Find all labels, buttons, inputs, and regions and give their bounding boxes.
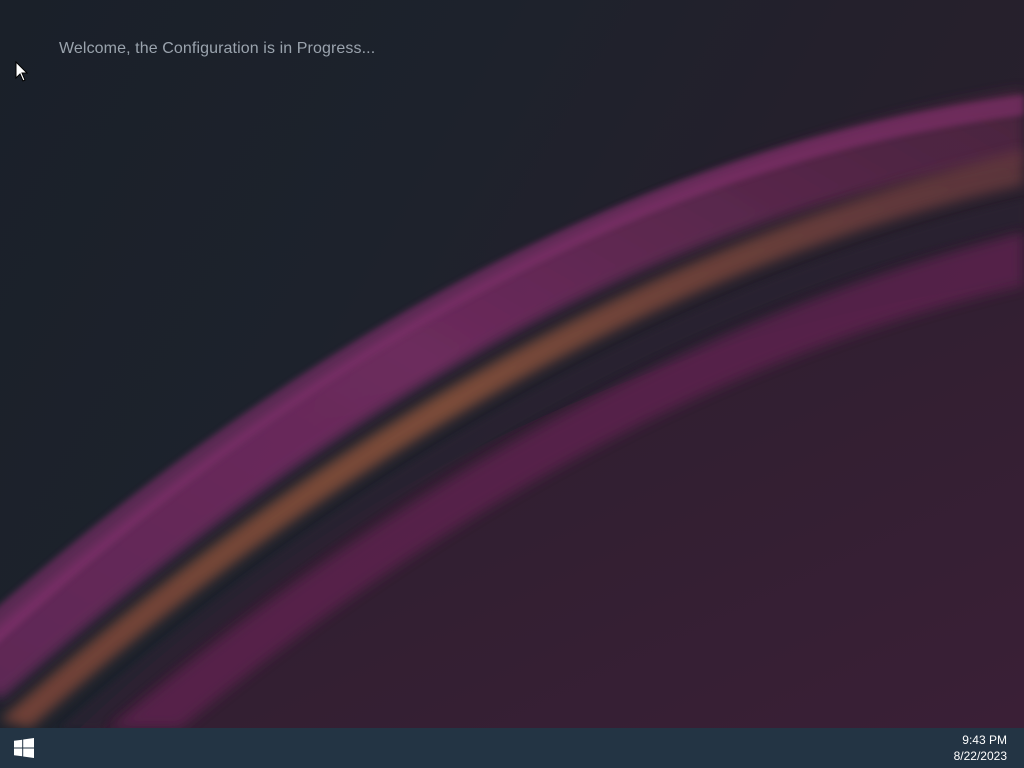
clock-time: 9:43 PM: [962, 733, 1007, 747]
windows-logo-icon: [14, 738, 34, 758]
taskbar: 9:43 PM 8/22/2023: [0, 728, 1024, 768]
mouse-pointer-icon: [15, 61, 29, 82]
welcome-message: Welcome, the Configuration is in Progres…: [59, 40, 376, 57]
wallpaper: [0, 90, 1024, 728]
desktop: Welcome, the Configuration is in Progres…: [0, 0, 1024, 728]
clock-date: 8/22/2023: [953, 749, 1007, 763]
start-button[interactable]: [0, 728, 48, 768]
taskbar-clock[interactable]: 9:43 PM 8/22/2023: [954, 732, 1007, 764]
